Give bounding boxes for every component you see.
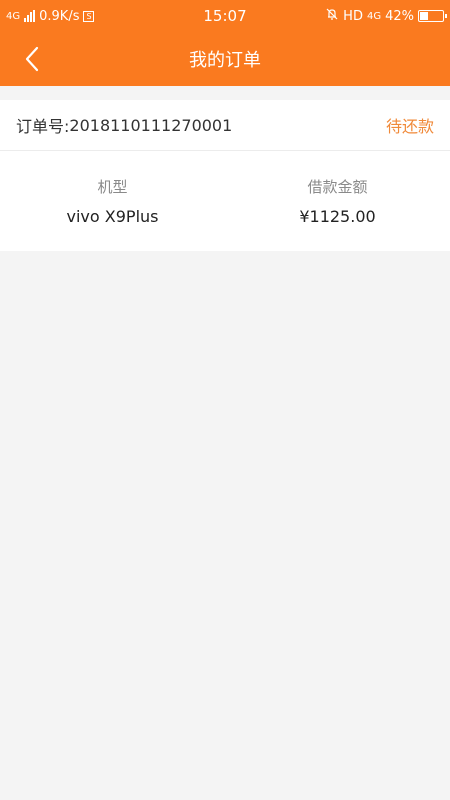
clock: 15:07 — [203, 7, 247, 25]
order-number-group: 订单号: 2018110111270001 — [16, 113, 232, 137]
model-header: 机型 — [97, 178, 128, 196]
network-speed: 0.9K/s — [39, 8, 80, 24]
order-number: 2018110111270001 — [69, 115, 233, 135]
chevron-left-icon — [25, 46, 39, 72]
network-type-right: 4G — [366, 10, 382, 22]
nav-bar: 我的订单 — [0, 32, 450, 86]
model-value: vivo X9Plus — [66, 207, 159, 226]
order-details: 机型 vivo X9Plus 借款金额 ¥1125.00 — [0, 151, 450, 251]
hd-label: HD — [343, 8, 363, 24]
order-number-label: 订单号: — [16, 117, 70, 136]
status-badge: 待还款 — [385, 117, 434, 136]
amount-value: ¥1125.00 — [299, 207, 376, 226]
amount-column: 借款金额 ¥1125.00 — [225, 151, 450, 251]
battery-percent: 42% — [385, 8, 414, 24]
model-column: 机型 vivo X9Plus — [0, 151, 225, 251]
back-button[interactable] — [18, 45, 46, 73]
mute-bell-icon — [325, 7, 339, 25]
battery-icon — [418, 10, 447, 22]
signal-icon — [24, 10, 36, 22]
amount-header: 借款金额 — [307, 178, 368, 196]
order-header: 订单号: 2018110111270001 待还款 — [0, 100, 450, 151]
order-card[interactable]: 订单号: 2018110111270001 待还款 机型 vivo X9Plus… — [0, 100, 450, 251]
status-left: 4G 0.9K/s S — [6, 8, 95, 24]
page-title: 我的订单 — [189, 50, 261, 71]
status-right: HD 4G 42% — [325, 7, 447, 25]
status-bar: 4G 0.9K/s S 15:07 HD 4G 42% — [0, 0, 450, 32]
s-badge-icon: S — [83, 10, 95, 22]
network-type: 4G — [6, 10, 21, 22]
